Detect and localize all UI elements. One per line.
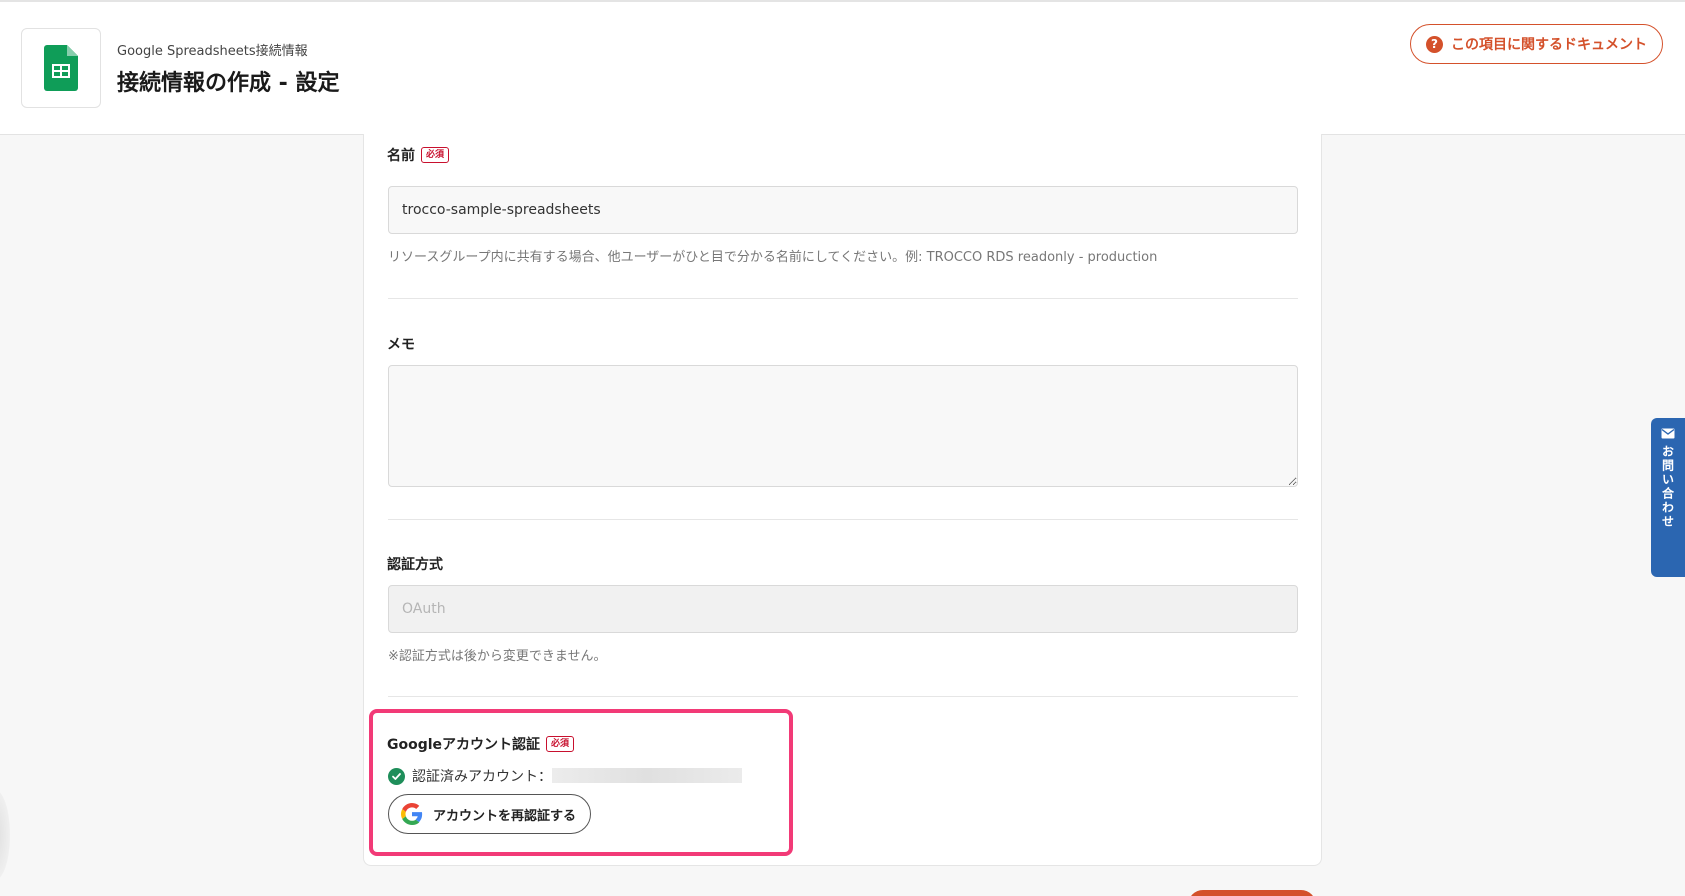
reauthenticate-account-button[interactable]: アカウントを再認証する bbox=[388, 794, 591, 834]
auth-method-help-text: ※認証方式は後から変更できません。 bbox=[388, 649, 607, 664]
mail-icon bbox=[1661, 428, 1675, 439]
google-g-icon bbox=[401, 803, 423, 825]
page-title: 接続情報の作成 - 設定 bbox=[117, 71, 340, 96]
required-badge: 必須 bbox=[546, 736, 575, 752]
divider bbox=[388, 696, 1298, 697]
contact-side-tab[interactable]: お問い合わせ bbox=[1651, 418, 1685, 577]
auth-method-field-label: 認証方式 bbox=[387, 554, 443, 574]
auth-method-input bbox=[388, 585, 1298, 633]
authenticated-account-label: 認証済みアカウント： bbox=[412, 769, 552, 785]
page-header: Google Spreadsheets接続情報 接続情報の作成 - 設定 ? こ… bbox=[0, 0, 1685, 135]
divider bbox=[388, 519, 1298, 520]
left-edge-shadow bbox=[0, 790, 10, 880]
memo-field-label: メモ bbox=[387, 334, 415, 354]
google-auth-field-label: Googleアカウント認証 必須 bbox=[387, 734, 575, 754]
form-card: 名前 必須 リソースグループ内に共有する場合、他ユーザーがひと目で分かる名前にし… bbox=[363, 134, 1322, 866]
masked-account-value bbox=[552, 768, 742, 783]
authenticated-account-status: 認証済みアカウント： bbox=[388, 766, 552, 786]
page-subtitle: Google Spreadsheets接続情報 bbox=[117, 44, 308, 59]
name-input[interactable] bbox=[388, 186, 1298, 234]
required-badge: 必須 bbox=[421, 147, 450, 163]
question-circle-icon: ? bbox=[1426, 35, 1443, 53]
documentation-button-label: この項目に関するドキュメント bbox=[1451, 37, 1647, 53]
divider bbox=[388, 298, 1298, 299]
memo-label-text: メモ bbox=[387, 337, 415, 353]
app-logo-container bbox=[21, 28, 101, 108]
submit-button[interactable] bbox=[1188, 890, 1316, 896]
reauthenticate-button-label: アカウントを再認証する bbox=[433, 808, 577, 824]
documentation-button[interactable]: ? この項目に関するドキュメント bbox=[1410, 24, 1663, 64]
auth-method-label-text: 認証方式 bbox=[387, 557, 443, 573]
name-label-text: 名前 bbox=[387, 148, 415, 164]
name-help-text: リソースグループ内に共有する場合、他ユーザーがひと目で分かる名前にしてください。… bbox=[388, 250, 1158, 265]
google-sheets-icon bbox=[44, 45, 78, 91]
name-field-label: 名前 必須 bbox=[387, 145, 450, 165]
google-auth-label-text: Googleアカウント認証 bbox=[387, 737, 541, 753]
check-circle-icon bbox=[388, 767, 405, 785]
contact-tab-label: お問い合わせ bbox=[1660, 445, 1675, 529]
memo-textarea[interactable] bbox=[388, 365, 1298, 487]
